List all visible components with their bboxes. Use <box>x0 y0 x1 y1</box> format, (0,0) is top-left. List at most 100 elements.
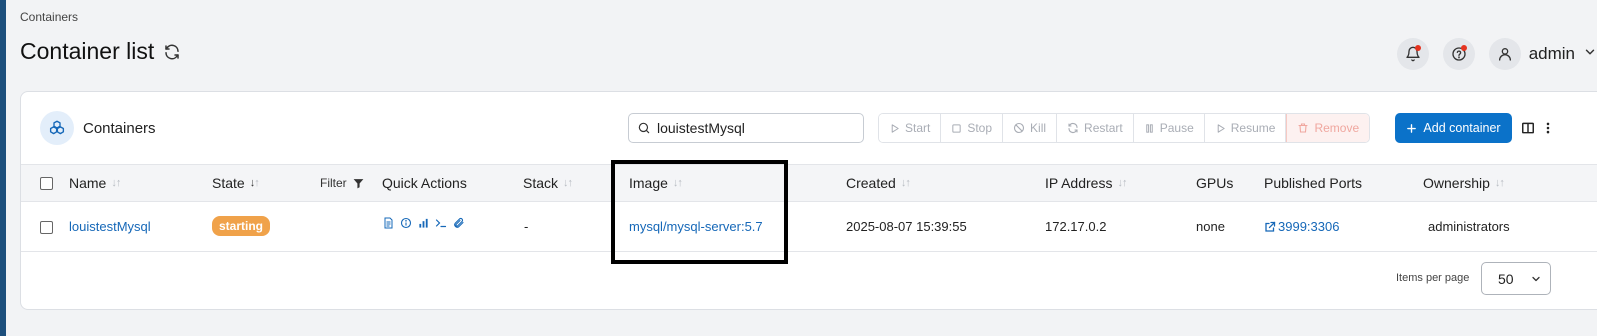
sort-icon: ↓↑ <box>900 177 911 189</box>
columns-icon[interactable] <box>1521 121 1535 140</box>
remove-button[interactable]: Remove <box>1286 114 1370 142</box>
start-label: Start <box>905 121 931 135</box>
column-created[interactable]: Created ↓↑ <box>846 175 911 191</box>
stop-icon <box>951 123 962 134</box>
kill-label: Kill <box>1030 121 1047 135</box>
containers-card: Containers Start Stop Kill Restart <box>20 91 1597 310</box>
page-title: Container list <box>20 38 155 64</box>
play-icon <box>1215 123 1226 134</box>
search-box[interactable] <box>628 113 864 143</box>
column-quick-actions-label: Quick Actions <box>382 175 467 191</box>
user-menu[interactable]: admin <box>1488 38 1597 70</box>
play-icon <box>889 123 900 134</box>
page-title-row: Container list <box>20 38 182 65</box>
cubes-icon <box>40 111 74 145</box>
column-quick-actions: Quick Actions <box>382 175 467 191</box>
card-title: Containers <box>83 120 156 137</box>
left-sidebar-edge <box>0 0 6 336</box>
quick-actions <box>383 217 465 229</box>
start-button[interactable]: Start <box>879 114 942 142</box>
sort-down-icon: ↓↑ <box>249 177 260 189</box>
items-per-page-label: Items per page <box>1396 272 1470 284</box>
chevron-down-icon <box>1583 45 1597 64</box>
sort-icon: ↓↑ <box>672 177 683 189</box>
column-ip[interactable]: IP Address ↓↑ <box>1045 175 1127 191</box>
plus-icon <box>1406 123 1417 134</box>
sort-icon: ↓↑ <box>563 177 573 189</box>
column-name[interactable]: Name ↓↑ <box>69 175 121 191</box>
column-ownership[interactable]: Ownership ↓↑ <box>1423 175 1505 191</box>
column-image[interactable]: Image ↓↑ <box>629 175 683 191</box>
column-state[interactable]: State ↓↑ <box>212 175 260 191</box>
stop-label: Stop <box>967 121 993 135</box>
sort-icon: ↓↑ <box>1494 177 1505 189</box>
sort-icon: ↓↑ <box>1117 177 1127 189</box>
info-icon[interactable] <box>400 217 412 229</box>
pause-label: Pause <box>1159 121 1194 135</box>
restart-button[interactable]: Restart <box>1057 114 1134 142</box>
breadcrumb[interactable]: Containers <box>20 10 78 24</box>
container-name-link[interactable]: louistestMysql <box>69 219 151 234</box>
console-icon[interactable] <box>435 217 447 229</box>
attach-icon[interactable] <box>453 217 465 229</box>
filter-icon <box>352 177 365 190</box>
resume-label: Resume <box>1230 121 1276 135</box>
column-stack[interactable]: Stack ↓↑ <box>523 175 573 191</box>
column-gpus-label: GPUs <box>1196 175 1234 191</box>
logs-icon[interactable] <box>383 217 394 229</box>
state-filter[interactable]: Filter <box>320 176 365 190</box>
kill-button[interactable]: Kill <box>1003 114 1058 142</box>
items-per-page-value: 50 <box>1498 270 1514 287</box>
avatar <box>1488 38 1521 70</box>
restart-icon <box>1067 122 1079 134</box>
ban-icon <box>1013 122 1025 134</box>
created-cell: 2025-08-07 15:39:55 <box>846 219 967 234</box>
column-name-label: Name <box>69 175 107 191</box>
row-checkbox[interactable] <box>40 221 53 234</box>
table-header: Name ↓↑ State ↓↑ Filter Quick Actions Stac… <box>21 165 1597 202</box>
help-dot <box>1460 45 1467 51</box>
column-ports: Published Ports <box>1264 175 1362 191</box>
image-link[interactable]: mysql/mysql-server:5.7 <box>629 219 763 234</box>
sort-icon: ↓↑ <box>111 177 121 189</box>
help-button[interactable] <box>1442 38 1475 70</box>
container-actions: Start Stop Kill Restart Pause Resume Rem… <box>878 113 1371 143</box>
pause-icon <box>1144 123 1155 134</box>
search-icon <box>637 121 651 135</box>
filter-label: Filter <box>320 176 347 190</box>
status-badge: starting <box>212 216 271 236</box>
add-container-label: Add container <box>1423 121 1501 135</box>
remove-label: Remove <box>1314 121 1360 135</box>
ip-cell: 172.17.0.2 <box>1045 219 1107 234</box>
header-right: admin <box>1396 38 1597 70</box>
user-icon <box>1497 46 1513 62</box>
username: admin <box>1528 44 1575 63</box>
search-input[interactable] <box>657 120 857 136</box>
external-link-icon <box>1264 221 1276 233</box>
notification-dot <box>1414 45 1421 51</box>
gpus-cell: none <box>1196 219 1225 234</box>
published-port-link[interactable]: 3999:3306 <box>1264 219 1339 234</box>
stack-cell: - <box>524 219 529 234</box>
column-created-label: Created <box>846 175 896 191</box>
stats-icon[interactable] <box>418 217 429 229</box>
stop-button[interactable]: Stop <box>941 114 1004 142</box>
published-port-label: 3999:3306 <box>1278 219 1340 234</box>
table-footer: Items per page 50 <box>21 253 1597 309</box>
refresh-icon[interactable] <box>162 42 182 62</box>
notifications-button[interactable] <box>1396 38 1429 70</box>
column-image-label: Image <box>629 175 668 191</box>
add-container-button[interactable]: Add container <box>1395 113 1512 143</box>
chevron-down-icon <box>1530 273 1542 285</box>
restart-label: Restart <box>1084 121 1123 135</box>
column-ports-label: Published Ports <box>1264 175 1363 191</box>
column-state-label: State <box>212 175 245 191</box>
column-ownership-label: Ownership <box>1423 175 1490 191</box>
select-all-checkbox[interactable] <box>40 177 53 190</box>
resume-button[interactable]: Resume <box>1204 114 1287 142</box>
trash-icon <box>1297 122 1309 134</box>
pause-button[interactable]: Pause <box>1133 114 1205 142</box>
kebab-menu-icon[interactable] <box>1545 121 1551 140</box>
ownership-cell: administrators <box>1428 219 1510 234</box>
items-per-page-select[interactable]: 50 <box>1481 262 1551 295</box>
